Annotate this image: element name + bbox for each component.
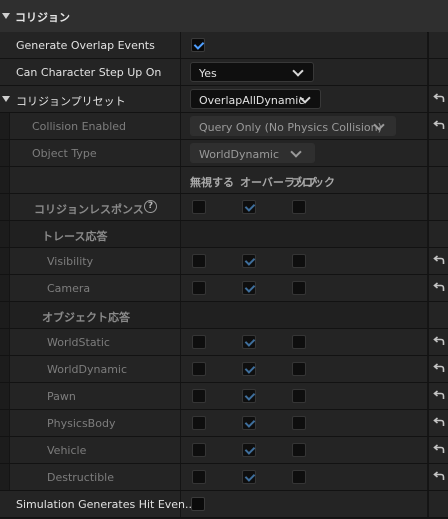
collision-preset-value: OverlapAllDynamic	[199, 94, 305, 107]
overlap-checkbox[interactable]	[242, 254, 256, 268]
response-label: WorldDynamic	[47, 363, 128, 376]
block-checkbox[interactable]	[292, 281, 306, 295]
response-row-pawn: Pawn	[0, 383, 448, 410]
response-label: PhysicsBody	[47, 417, 116, 430]
response-row-physicsbody: PhysicsBody	[0, 410, 448, 437]
expand-arrow-icon[interactable]	[2, 96, 10, 102]
response-row-worlddynamic: WorldDynamic	[0, 356, 448, 383]
collision-preset-row: コリジョンプリセット OverlapAllDynamic	[0, 86, 448, 113]
column-ignore: 無視する	[190, 176, 234, 189]
response-columns-row: 無視する オーバーラップ ブロック	[0, 167, 448, 194]
collision-enabled-row: Collision Enabled Query Only (No Physics…	[0, 113, 448, 140]
reset-arrow-icon[interactable]	[433, 390, 445, 402]
step-up-dropdown[interactable]: Yes	[190, 62, 314, 82]
overlap-checkbox[interactable]	[242, 416, 256, 430]
ignore-checkbox[interactable]	[192, 470, 206, 484]
response-label: WorldStatic	[47, 336, 110, 349]
ignore-checkbox[interactable]	[192, 443, 206, 457]
step-up-label: Can Character Step Up On	[16, 66, 162, 79]
chevron-down-icon	[290, 146, 302, 158]
response-label: Pawn	[47, 390, 76, 403]
reset-arrow-icon[interactable]	[433, 336, 445, 348]
collision-responses-label: コリジョンレスポンス	[34, 203, 144, 216]
generate-overlap-row: Generate Overlap Events	[0, 32, 448, 59]
sim-hit-row: Simulation Generates Hit Even...	[0, 491, 448, 518]
trace-responses-header: トレース応答	[0, 221, 448, 248]
object-type-label: Object Type	[32, 147, 97, 160]
object-type-value: WorldDynamic	[199, 148, 280, 161]
overlap-checkbox[interactable]	[242, 389, 256, 403]
ignore-checkbox[interactable]	[192, 389, 206, 403]
collision-enabled-dropdown[interactable]: Query Only (No Physics Collision)	[190, 116, 396, 136]
response-row-visibility: Visibility	[0, 248, 448, 275]
reset-arrow-icon[interactable]	[433, 471, 445, 483]
overlap-checkbox[interactable]	[242, 362, 256, 376]
reset-arrow-icon[interactable]	[433, 444, 445, 456]
response-row-worldstatic: WorldStatic	[0, 329, 448, 356]
object-responses-header: オブジェクト応答	[0, 302, 448, 329]
responses-ignore-checkbox[interactable]	[192, 200, 206, 214]
collision-enabled-label: Collision Enabled	[32, 120, 127, 133]
trace-responses-label: トレース応答	[42, 230, 108, 243]
ignore-checkbox[interactable]	[192, 335, 206, 349]
block-checkbox[interactable]	[292, 254, 306, 268]
overlap-checkbox[interactable]	[242, 470, 256, 484]
collapse-arrow-icon[interactable]	[2, 13, 10, 19]
column-block: ブロック	[291, 176, 335, 189]
block-checkbox[interactable]	[292, 362, 306, 376]
collision-responses-row: コリジョンレスポンス ?	[0, 194, 448, 221]
reset-arrow-icon[interactable]	[433, 417, 445, 429]
responses-overlap-checkbox[interactable]	[242, 200, 256, 214]
sim-hit-checkbox[interactable]	[191, 497, 205, 511]
block-checkbox[interactable]	[292, 470, 306, 484]
response-row-destructible: Destructible	[0, 464, 448, 491]
block-checkbox[interactable]	[292, 443, 306, 457]
step-up-row: Can Character Step Up On Yes	[0, 59, 448, 86]
step-up-value: Yes	[199, 67, 217, 80]
chevron-down-icon	[292, 65, 304, 77]
reset-arrow-icon[interactable]	[433, 363, 445, 375]
block-checkbox[interactable]	[292, 416, 306, 430]
object-type-dropdown[interactable]: WorldDynamic	[190, 143, 315, 163]
response-label: Camera	[47, 282, 91, 295]
block-checkbox[interactable]	[292, 335, 306, 349]
reset-arrow-icon[interactable]	[433, 255, 445, 267]
response-label: Destructible	[47, 471, 114, 484]
object-responses-label: オブジェクト応答	[42, 311, 130, 324]
ignore-checkbox[interactable]	[192, 416, 206, 430]
help-icon[interactable]: ?	[144, 200, 157, 213]
object-type-row: Object Type WorldDynamic	[0, 140, 448, 167]
response-row-vehicle: Vehicle	[0, 437, 448, 464]
reset-arrow-icon[interactable]	[433, 93, 445, 105]
ignore-checkbox[interactable]	[192, 281, 206, 295]
generate-overlap-checkbox[interactable]	[191, 38, 205, 52]
ignore-checkbox[interactable]	[192, 362, 206, 376]
collision-section-header[interactable]: コリジョン	[0, 0, 448, 33]
collision-enabled-value: Query Only (No Physics Collision)	[199, 121, 382, 134]
overlap-checkbox[interactable]	[242, 335, 256, 349]
sim-hit-label: Simulation Generates Hit Even...	[16, 498, 196, 511]
overlap-checkbox[interactable]	[242, 281, 256, 295]
generate-overlap-label: Generate Overlap Events	[16, 39, 155, 52]
collision-preset-label: コリジョンプリセット	[16, 95, 126, 108]
reset-arrow-icon[interactable]	[433, 282, 445, 294]
section-title: コリジョン	[15, 11, 70, 24]
responses-block-checkbox[interactable]	[292, 200, 306, 214]
ignore-checkbox[interactable]	[192, 254, 206, 268]
response-row-camera: Camera	[0, 275, 448, 302]
collision-preset-dropdown[interactable]: OverlapAllDynamic	[190, 89, 321, 109]
response-label: Vehicle	[47, 444, 87, 457]
block-checkbox[interactable]	[292, 389, 306, 403]
reset-arrow-icon[interactable]	[433, 120, 445, 132]
response-label: Visibility	[47, 255, 94, 268]
overlap-checkbox[interactable]	[242, 443, 256, 457]
